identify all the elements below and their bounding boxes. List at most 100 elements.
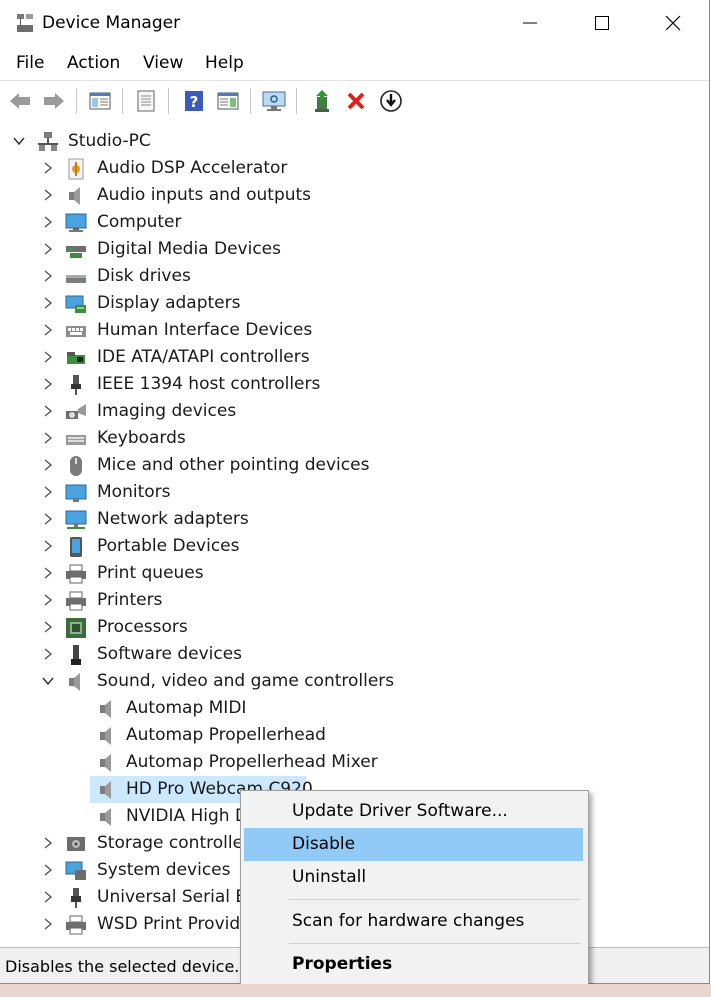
chevron-right-icon[interactable] — [42, 378, 54, 390]
tree-category[interactable]: Software devices — [0, 641, 709, 668]
chevron-right-icon[interactable] — [42, 891, 54, 903]
phone-icon — [70, 537, 82, 557]
properties-toolbar-button[interactable] — [132, 87, 160, 115]
chevron-right-icon[interactable] — [42, 621, 54, 633]
tree-device[interactable]: Automap Propellerhead Mixer — [0, 749, 709, 776]
tree-category-label: Monitors — [97, 482, 171, 502]
properties-menu-item[interactable]: Properties — [244, 948, 583, 981]
tree-category-label: Mice and other pointing devices — [97, 455, 370, 475]
chevron-right-icon[interactable] — [42, 162, 54, 174]
tree-device[interactable]: Automap Propellerhead — [0, 722, 709, 749]
chevron-down-icon[interactable] — [13, 135, 25, 147]
chevron-right-icon[interactable] — [42, 216, 54, 228]
tree-category[interactable]: Processors — [0, 614, 709, 641]
menu-item-label: Update Driver Software... — [292, 801, 508, 821]
tree-root[interactable]: Studio-PC — [0, 128, 709, 155]
speaker-icon — [69, 187, 80, 205]
tree-category[interactable]: Imaging devices — [0, 398, 709, 425]
back-button[interactable] — [6, 87, 34, 115]
uninstall-menu-item[interactable]: Uninstall — [244, 861, 583, 894]
update-driver-menu-item[interactable]: Update Driver Software... — [244, 795, 583, 828]
tree-category[interactable]: IEEE 1394 host controllers — [0, 371, 709, 398]
menu-item-label: Scan for hardware changes — [292, 911, 525, 931]
maximize-button[interactable] — [566, 0, 638, 46]
keyboard-icon — [66, 435, 86, 445]
processor-icon — [66, 618, 86, 638]
tree-category[interactable]: Display adapters — [0, 290, 709, 317]
toolbar-separator — [122, 88, 123, 114]
tree-category-label: IEEE 1394 host controllers — [97, 374, 321, 394]
chevron-right-icon[interactable] — [42, 243, 54, 255]
desktop-background-strip — [0, 984, 711, 997]
back-arrow-icon — [10, 93, 30, 109]
title-bar[interactable]: Device Manager — [0, 0, 709, 48]
chevron-right-icon[interactable] — [42, 540, 54, 552]
tree-category[interactable]: Disk drives — [0, 263, 709, 290]
tree-category[interactable]: Monitors — [0, 479, 709, 506]
tree-category[interactable]: IDE ATA/ATAPI controllers — [0, 344, 709, 371]
help-button[interactable]: ? — [180, 87, 208, 115]
chevron-right-icon[interactable] — [42, 189, 54, 201]
tree-category[interactable]: Audio DSP Accelerator — [0, 155, 709, 182]
tree-category[interactable]: Computer — [0, 209, 709, 236]
scan-hardware-menu-item[interactable]: Scan for hardware changes — [244, 905, 583, 938]
menu-help[interactable]: Help — [205, 53, 244, 73]
chevron-right-icon[interactable] — [42, 351, 54, 363]
scan-hardware-button[interactable] — [260, 87, 288, 115]
tree-category[interactable]: Portable Devices — [0, 533, 709, 560]
speaker-icon — [100, 727, 111, 745]
chevron-right-icon[interactable] — [42, 270, 54, 282]
menu-view[interactable]: View — [143, 53, 183, 73]
close-button[interactable] — [637, 0, 709, 46]
tree-category-label: WSD Print Provider — [97, 914, 258, 934]
action-pane-button[interactable] — [214, 87, 242, 115]
chevron-right-icon[interactable] — [42, 459, 54, 471]
show-hide-console-tree-button[interactable] — [86, 87, 114, 115]
update-driver-button[interactable] — [308, 87, 336, 115]
tree-device-label: Automap MIDI — [126, 698, 247, 718]
device-manager-app-icon — [17, 14, 33, 32]
chevron-right-icon[interactable] — [42, 432, 54, 444]
chevron-right-icon[interactable] — [42, 837, 54, 849]
chevron-right-icon[interactable] — [42, 405, 54, 417]
tree-category[interactable]: Printers — [0, 587, 709, 614]
tree-category[interactable]: Audio inputs and outputs — [0, 182, 709, 209]
scan-monitor-icon — [262, 91, 286, 111]
menu-action[interactable]: Action — [67, 53, 120, 73]
disable-menu-item[interactable]: Disable — [244, 828, 583, 861]
tree-category[interactable]: Human Interface Devices — [0, 317, 709, 344]
help-icon: ? — [185, 91, 203, 111]
tree-category[interactable]: Network adapters — [0, 506, 709, 533]
tree-category[interactable]: Keyboards — [0, 425, 709, 452]
chevron-right-icon[interactable] — [42, 594, 54, 606]
chevron-down-icon[interactable] — [42, 675, 54, 687]
toolbar-separator — [168, 88, 169, 114]
tree-category-label: IDE ATA/ATAPI controllers — [97, 347, 310, 367]
media-device-icon — [66, 246, 86, 258]
tree-category-expanded[interactable]: Sound, video and game controllers — [0, 668, 709, 695]
minimize-button[interactable] — [494, 0, 566, 46]
network-icon — [65, 510, 87, 529]
tree-category-label: Portable Devices — [97, 536, 240, 556]
chevron-right-icon[interactable] — [42, 918, 54, 930]
tree-category-label: Storage controllers — [97, 833, 259, 853]
tree-category[interactable]: Digital Media Devices — [0, 236, 709, 263]
tree-device[interactable]: Automap MIDI — [0, 695, 709, 722]
tree-category[interactable]: Mice and other pointing devices — [0, 452, 709, 479]
chevron-right-icon[interactable] — [42, 513, 54, 525]
chevron-right-icon[interactable] — [42, 297, 54, 309]
tree-category[interactable]: Print queues — [0, 560, 709, 587]
chevron-right-icon[interactable] — [42, 567, 54, 579]
toolbar: ? — [0, 80, 709, 122]
uninstall-device-button[interactable] — [342, 87, 370, 115]
disable-device-button[interactable] — [377, 87, 405, 115]
chevron-right-icon[interactable] — [42, 324, 54, 336]
toolbar-separator — [250, 88, 251, 114]
chevron-right-icon[interactable] — [42, 864, 54, 876]
tree-category-label: Audio inputs and outputs — [97, 185, 312, 205]
forward-button[interactable] — [40, 87, 68, 115]
menu-file[interactable]: File — [16, 53, 44, 73]
chevron-right-icon[interactable] — [42, 486, 54, 498]
display-adapter-icon — [65, 295, 86, 313]
chevron-right-icon[interactable] — [42, 648, 54, 660]
